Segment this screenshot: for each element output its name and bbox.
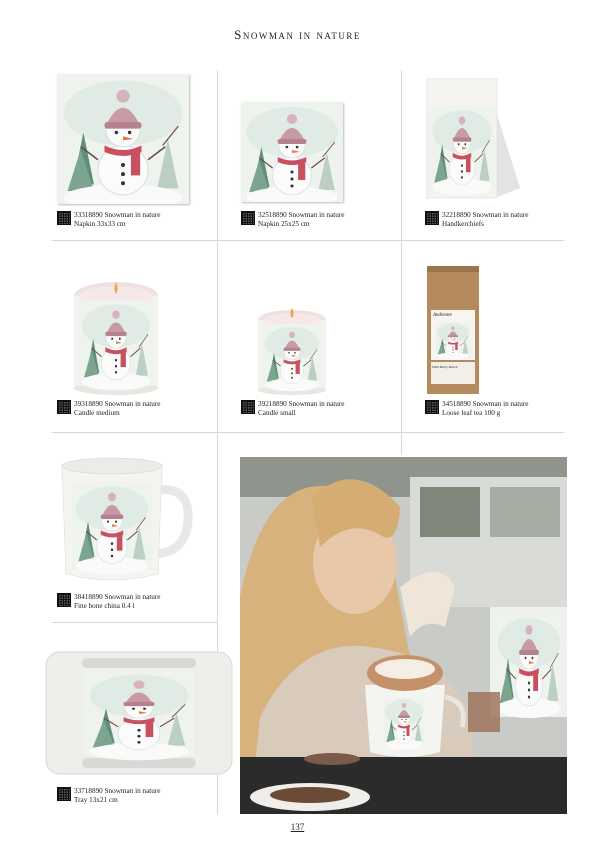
- product-code: 34518890 Snowman in nature: [442, 400, 529, 408]
- product-desc: Napkin 33x33 cm: [74, 220, 126, 228]
- product-desc: Tray 13x21 cm: [74, 796, 118, 804]
- product-caption: 33718890 Snowman in nature Tray 13x21 cm: [57, 787, 160, 805]
- qr-code-icon: [57, 787, 71, 801]
- lifestyle-photo: [240, 457, 567, 814]
- qr-code-icon: [241, 211, 255, 225]
- product-code: 38418890 Snowman in nature: [74, 593, 161, 601]
- product-image-tea-bag: [425, 266, 481, 396]
- product-caption: 39218890 Snowman in nature Candle small: [241, 400, 344, 418]
- qr-code-icon: [241, 400, 255, 414]
- product-desc: Loose leaf tea 100 g: [442, 409, 501, 417]
- product-code: 39218890 Snowman in nature: [258, 400, 345, 408]
- tea-brand: Ambiente: [433, 313, 452, 318]
- product-code: 33718890 Snowman in nature: [74, 787, 161, 795]
- qr-code-icon: [57, 211, 71, 225]
- product-caption: 33318890 Snowman in nature Napkin 33x33 c…: [57, 211, 160, 229]
- qr-code-icon: [425, 400, 439, 414]
- product-image-candle-medium: [72, 278, 160, 396]
- grid-divider: [52, 622, 217, 623]
- product-caption: 38418890 Snowman in nature Fine bone chin…: [57, 593, 160, 611]
- product-code: 32518890 Snowman in nature: [258, 211, 345, 219]
- product-image-napkin-33: [57, 74, 189, 204]
- qr-code-icon: [57, 593, 71, 607]
- tea-label: Wild Berry Punch: [432, 365, 458, 369]
- product-caption: 34518890 Snowman in nature Loose leaf tea…: [425, 400, 528, 418]
- grid-divider: [401, 70, 402, 455]
- product-desc: Fine bone china 0.4 l: [74, 602, 135, 610]
- qr-code-icon: [57, 400, 71, 414]
- product-caption: 39318890 Snowman in nature Candle medium: [57, 400, 160, 418]
- product-image-mug: [58, 456, 193, 586]
- product-desc: Candle small: [258, 409, 296, 417]
- page-number: 137: [290, 822, 305, 832]
- grid-divider: [52, 240, 564, 241]
- product-image-tray: [44, 650, 234, 776]
- product-code: 39318890 Snowman in nature: [74, 400, 161, 408]
- grid-divider: [52, 432, 564, 433]
- product-desc: Candle medium: [74, 409, 120, 417]
- product-code: 33318890 Snowman in nature: [74, 211, 161, 219]
- product-caption: 32218890 Snowman in nature Handkerchiefs: [425, 211, 528, 229]
- product-image-handkerchiefs: [425, 78, 525, 203]
- product-image-candle-small: [256, 308, 328, 396]
- qr-code-icon: [425, 211, 439, 225]
- product-image-napkin-25: [241, 102, 343, 202]
- product-desc: Napkin 25x25 cm: [258, 220, 310, 228]
- product-desc: Handkerchiefs: [442, 220, 484, 228]
- page-title: Snowman in nature: [234, 27, 361, 42]
- product-code: 32218890 Snowman in nature: [442, 211, 529, 219]
- product-caption: 32518890 Snowman in nature Napkin 25x25 c…: [241, 211, 344, 229]
